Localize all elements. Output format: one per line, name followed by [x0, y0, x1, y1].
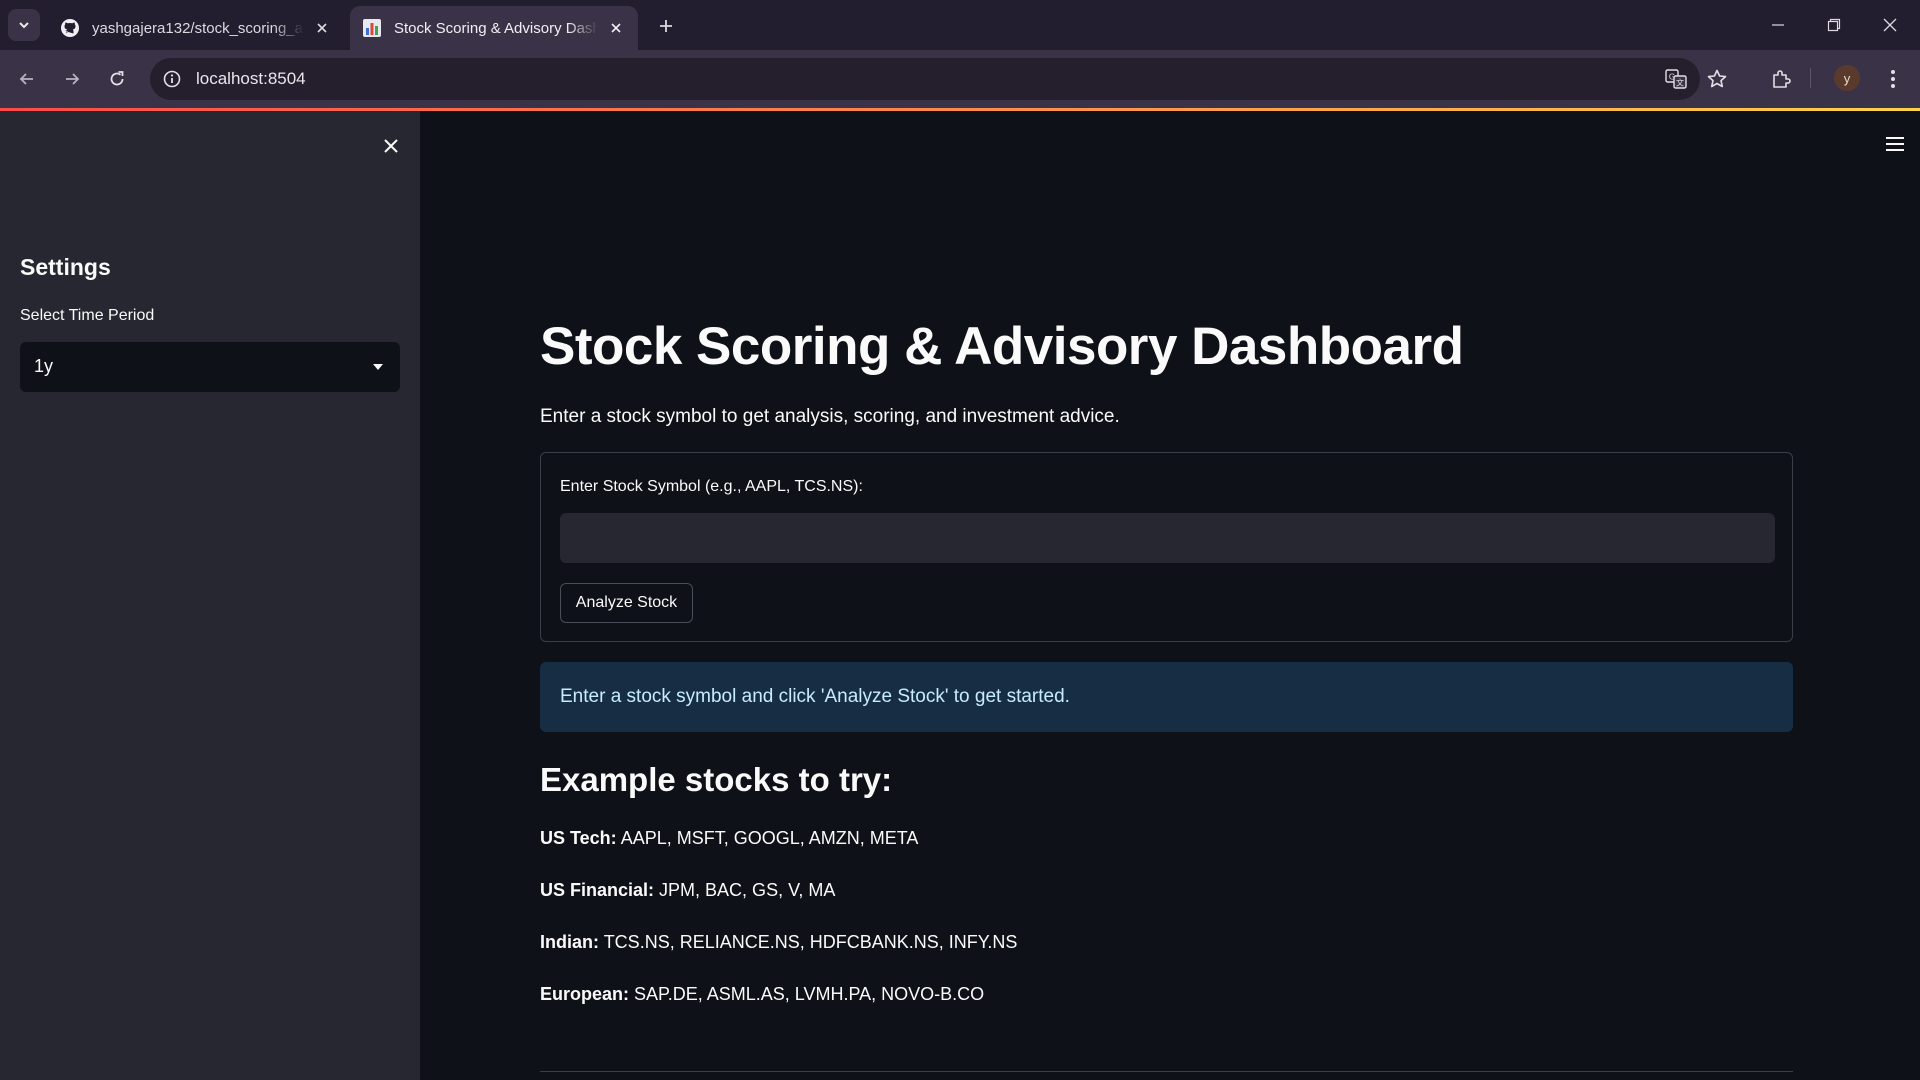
chart-icon — [362, 18, 382, 38]
chevron-down-icon — [19, 22, 29, 29]
close-icon — [1883, 18, 1897, 32]
forward-button[interactable] — [55, 62, 89, 96]
sidebar-heading: Settings — [20, 254, 111, 280]
site-info-icon[interactable] — [160, 67, 184, 91]
github-icon — [60, 18, 80, 38]
profile-avatar[interactable]: y — [1834, 65, 1860, 91]
tab-title: Stock Scoring & Advisory Dashboard — [394, 19, 598, 37]
stock-symbol-label: Enter Stock Symbol (e.g., AAPL, TCS.NS): — [560, 478, 863, 495]
analyze-stock-button[interactable]: Analyze Stock — [560, 583, 693, 623]
address-bar[interactable]: localhost:8504 G文 — [150, 58, 1700, 100]
restore-icon — [1827, 18, 1841, 32]
time-period-label: Select Time Period — [20, 307, 155, 324]
examples-heading: Example stocks to try: — [540, 761, 893, 798]
minimize-button[interactable] — [1750, 0, 1806, 50]
page-subtitle: Enter a stock symbol to get analysis, sc… — [540, 406, 1120, 427]
example-symbols: TCS.NS, RELIANCE.NS, HDFCBANK.NS, INFY.N… — [603, 932, 1018, 952]
example-label: US Tech: — [540, 828, 617, 848]
sidebar-collapse-button[interactable] — [376, 131, 406, 161]
tab-github[interactable]: yashgajera132/stock_scoring_advisory — [48, 6, 344, 50]
example-label: European: — [540, 984, 630, 1004]
plus-icon — [660, 20, 672, 32]
puzzle-icon — [1773, 70, 1791, 88]
url-text: localhost:8504 — [196, 69, 306, 88]
time-period-value: 1y — [34, 356, 54, 376]
example-symbols: AAPL, MSFT, GOOGL, AMZN, META — [620, 828, 919, 848]
close-icon[interactable] — [606, 18, 626, 38]
kebab-menu-icon — [1891, 70, 1895, 88]
page-title: Stock Scoring & Advisory Dashboard — [540, 317, 1464, 376]
new-tab-button[interactable] — [652, 12, 680, 40]
example-label: US Financial: — [540, 880, 655, 900]
arrow-right-icon — [66, 73, 80, 85]
example-row-us-financial: US Financial: JPM, BAC, GS, V, MA — [540, 880, 835, 901]
close-icon — [384, 139, 398, 153]
app-menu-button[interactable] — [1880, 129, 1910, 159]
browser-toolbar: localhost:8504 G文 — [0, 50, 1920, 108]
example-row-us-tech: US Tech: AAPL, MSFT, GOOGL, AMZN, META — [540, 828, 918, 849]
minimize-icon — [1772, 24, 1784, 26]
browser-tab-bar: yashgajera132/stock_scoring_advisory Sto… — [0, 0, 1920, 50]
toolbar-separator — [1810, 68, 1811, 88]
stock-symbol-input[interactable] — [560, 513, 1775, 563]
section-divider — [540, 1071, 1793, 1072]
arrow-left-icon — [19, 73, 33, 85]
example-symbols: SAP.DE, ASML.AS, LVMH.PA, NOVO-B.CO — [634, 984, 985, 1004]
close-icon[interactable] — [312, 18, 332, 38]
stock-form: Enter Stock Symbol (e.g., AAPL, TCS.NS):… — [540, 452, 1793, 642]
example-row-european: European: SAP.DE, ASML.AS, LVMH.PA, NOVO… — [540, 984, 984, 1005]
example-row-indian: Indian: TCS.NS, RELIANCE.NS, HDFCBANK.NS… — [540, 932, 1017, 953]
example-symbols: JPM, BAC, GS, V, MA — [659, 880, 836, 900]
info-alert: Enter a stock symbol and click 'Analyze … — [540, 662, 1793, 732]
tab-title: yashgajera132/stock_scoring_advisory — [92, 19, 304, 37]
info-message: Enter a stock symbol and click 'Analyze … — [560, 686, 1070, 707]
svg-text:文: 文 — [1676, 78, 1684, 88]
sidebar: Settings Select Time Period 1y — [0, 111, 420, 1080]
back-button[interactable] — [10, 62, 44, 96]
tab-search-button[interactable] — [8, 9, 40, 41]
translate-icon[interactable]: G文 — [1664, 67, 1688, 91]
caret-down-icon — [370, 359, 386, 375]
browser-menu-button[interactable] — [1876, 62, 1910, 96]
extensions-button[interactable] — [1764, 62, 1798, 96]
reload-icon — [110, 71, 124, 86]
reload-button[interactable] — [100, 62, 134, 96]
close-window-button[interactable] — [1862, 0, 1918, 50]
main-content: Stock Scoring & Advisory Dashboard Enter… — [420, 111, 1920, 1080]
bookmark-star-icon[interactable] — [1705, 67, 1729, 91]
time-period-select[interactable]: 1y — [20, 342, 400, 392]
restore-button[interactable] — [1806, 0, 1862, 50]
hamburger-menu-icon — [1886, 137, 1904, 151]
tab-dashboard[interactable]: Stock Scoring & Advisory Dashboard — [350, 6, 638, 50]
example-label: Indian: — [540, 932, 599, 952]
